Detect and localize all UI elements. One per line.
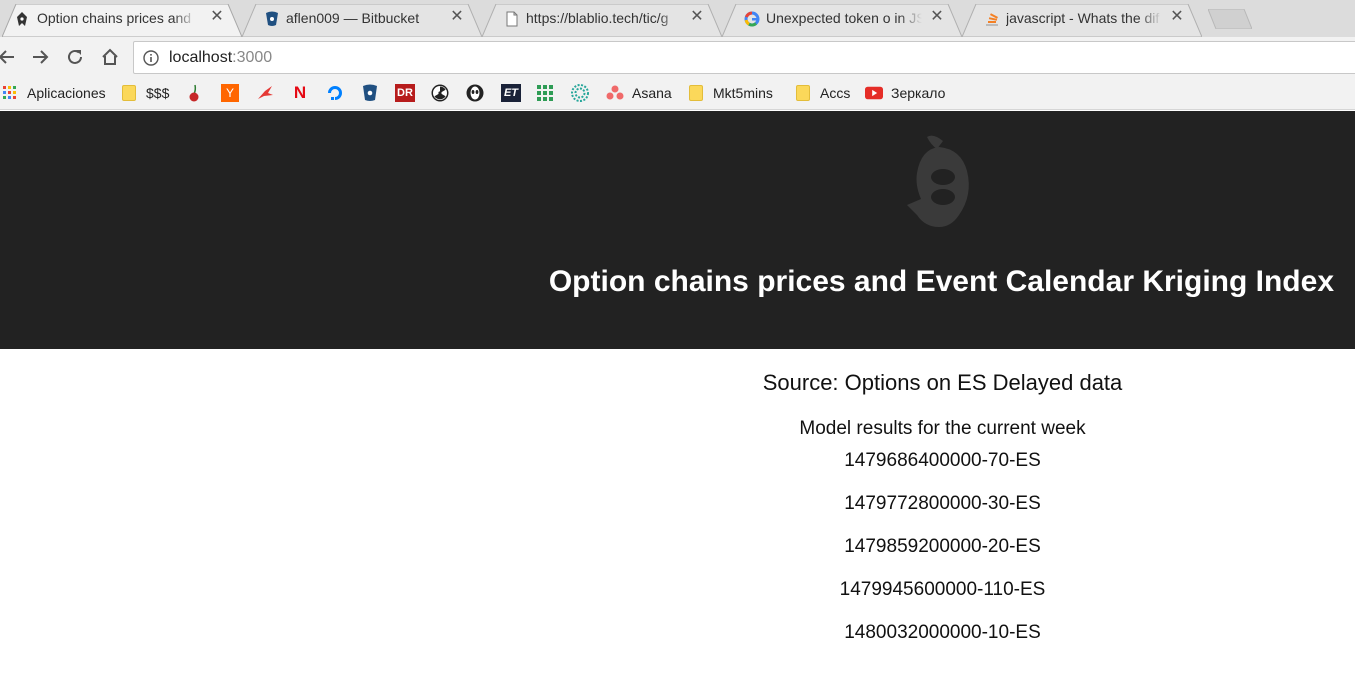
radiation-icon	[431, 84, 449, 102]
bookmark-ycombinator[interactable]: Y	[221, 83, 239, 103]
asana-icon	[606, 84, 624, 102]
tab-title: Option chains prices and	[37, 10, 192, 26]
results-list: 1479686400000-70-ES 1479772800000-30-ES …	[530, 450, 1355, 644]
address-host: localhost	[169, 49, 233, 66]
app-header: Option chains prices and Event Calendar …	[0, 111, 1355, 349]
bookmark-label: Asana	[632, 85, 672, 101]
result-item: 1479859200000-20-ES	[844, 536, 1041, 557]
address-bar[interactable]: localhost:3000	[133, 41, 1355, 74]
tab-strip: javascript - Whats the dif ✕ Unexpected …	[0, 0, 1355, 37]
bitbucket-icon	[361, 84, 379, 102]
tab-blablio[interactable]: https://blablio.tech/tic/g ✕	[482, 4, 722, 37]
stackoverflow-icon	[984, 11, 1000, 27]
dr-icon: DR	[395, 84, 415, 102]
home-button[interactable]	[99, 46, 121, 68]
page-icon	[504, 11, 520, 27]
bookmark-dr[interactable]: DR	[395, 83, 415, 103]
app-logo-icon	[907, 135, 969, 227]
tab-bitbucket[interactable]: aflen009 — Bitbucket ✕	[242, 4, 482, 37]
et-icon: ET	[501, 84, 521, 102]
cherry-icon	[186, 84, 204, 102]
bookmark-radiation[interactable]	[431, 83, 449, 103]
bookmark-aplicaciones[interactable]: Aplicaciones	[1, 83, 106, 103]
bookmarks-bar: Aplicaciones $$$ Y N DR ET Asana Mkt5min…	[0, 77, 1355, 110]
tab-google[interactable]: Unexpected token o in JS ✕	[722, 4, 962, 37]
bookmark-et[interactable]: ET	[501, 83, 521, 103]
bookmark-label: $$$	[146, 85, 170, 101]
react-logo-icon	[14, 11, 30, 27]
bookmark-alien[interactable]	[466, 83, 484, 103]
youtube-icon	[865, 84, 883, 102]
bookmark-folder-money[interactable]: $$$	[120, 83, 169, 103]
digitalocean-icon	[326, 84, 344, 102]
home-icon	[102, 48, 118, 65]
teal-sphere-icon	[571, 84, 589, 102]
bookmark-bitbucket[interactable]	[361, 83, 379, 103]
info-icon[interactable]	[143, 50, 159, 66]
bookmark-label: Зеркало	[891, 85, 946, 101]
bookmark-netflix[interactable]: N	[291, 83, 309, 103]
back-button[interactable]	[0, 46, 18, 68]
bookmark-asana[interactable]: Asana	[606, 83, 672, 103]
bookmark-zerkalo[interactable]: Зеркало	[865, 83, 945, 103]
netflix-icon: N	[293, 83, 307, 102]
green-grid-icon	[536, 84, 554, 102]
folder-icon	[794, 84, 812, 102]
bookmark-teal-sphere[interactable]	[571, 83, 589, 103]
tab-title: Unexpected token o in JS	[766, 10, 922, 26]
tab-close-button[interactable]: ✕	[688, 8, 706, 26]
result-item: 1480032000000-10-ES	[844, 622, 1041, 643]
bookmark-folder-mkt5mins[interactable]: Mkt5mins	[687, 83, 773, 103]
result-item: 1479945600000-110-ES	[839, 579, 1046, 600]
bookmark-label: Accs	[820, 85, 851, 101]
tab-close-button[interactable]: ✕	[208, 8, 226, 26]
tab-title: https://blablio.tech/tic/g	[526, 10, 669, 26]
bookmark-label: Mkt5mins	[713, 85, 773, 101]
reload-button[interactable]	[64, 46, 86, 68]
bookmark-folder-accs[interactable]: Accs	[794, 83, 850, 103]
forward-button[interactable]	[29, 46, 51, 68]
results-subtitle: Model results for the current week	[799, 418, 1086, 439]
bitbucket-icon	[264, 11, 280, 27]
reload-icon	[68, 49, 82, 64]
data-source-heading: Source: Options on ES Delayed data	[762, 370, 1123, 395]
address-port: :3000	[232, 49, 273, 66]
red-bird-icon	[256, 84, 274, 102]
tab-close-button[interactable]: ✕	[928, 8, 946, 26]
tab-close-button[interactable]: ✕	[448, 8, 466, 26]
arrow-left-icon	[0, 50, 14, 64]
result-item: 1479772800000-30-ES	[844, 493, 1041, 514]
main-content: Source: Options on ES Delayed data Model…	[530, 349, 1355, 644]
result-item: 1479686400000-70-ES	[844, 450, 1041, 471]
page-title: Option chains prices and Event Calendar …	[548, 265, 1334, 298]
google-icon	[744, 11, 760, 27]
folder-icon	[120, 84, 138, 102]
folder-icon	[687, 84, 705, 102]
arrow-right-icon	[33, 50, 49, 64]
bookmark-cherry[interactable]	[186, 83, 204, 103]
tab-active[interactable]: Option chains prices and ✕	[2, 4, 242, 37]
tab-close-button[interactable]: ✕	[1168, 8, 1186, 26]
bookmark-digitalocean[interactable]	[326, 83, 344, 103]
bookmark-red-bird[interactable]	[256, 83, 274, 103]
address-url: localhost:3000	[169, 49, 272, 67]
alien-icon	[466, 84, 484, 102]
new-tab-button[interactable]	[1208, 9, 1252, 29]
tab-stackoverflow[interactable]: javascript - Whats the dif ✕	[962, 4, 1202, 37]
ycombinator-icon: Y	[221, 84, 239, 102]
bookmark-green-grid[interactable]	[536, 83, 554, 103]
apps-grid-icon	[1, 84, 19, 102]
tab-title: aflen009 — Bitbucket	[286, 10, 420, 26]
browser-toolbar: localhost:3000	[0, 37, 1355, 77]
bookmark-label: Aplicaciones	[27, 85, 106, 101]
tab-title: javascript - Whats the dif	[1006, 10, 1160, 26]
